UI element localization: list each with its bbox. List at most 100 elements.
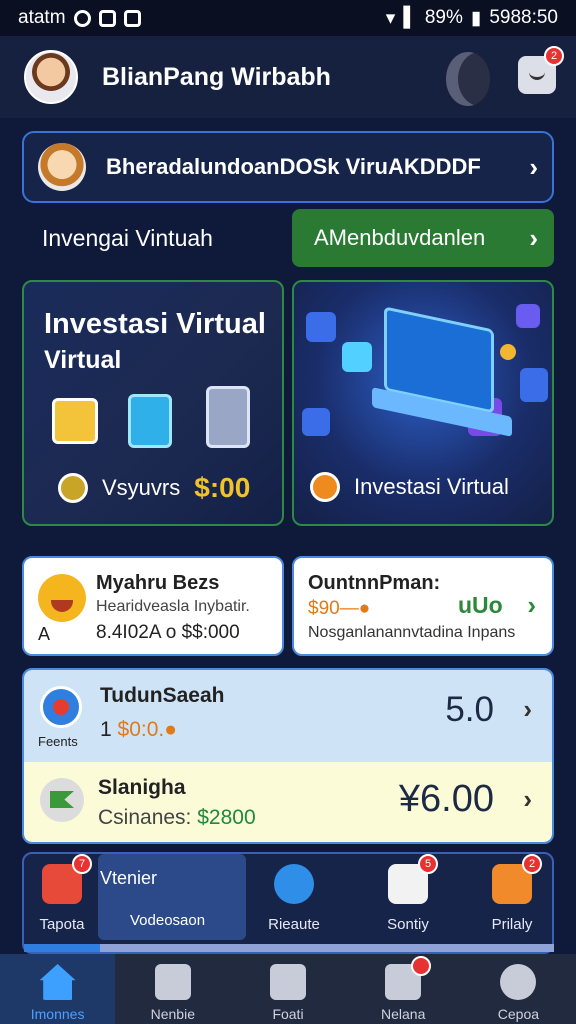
nav-label: Nelana (381, 1006, 426, 1022)
app-badge: 7 (72, 854, 92, 874)
card-footer: Investasi Virtual (310, 472, 509, 502)
card-title: Investasi Virtual (44, 308, 266, 340)
quick-apps: Vtenier Vodeosaon 7 Tapota Rieaute 5 Son… (22, 852, 554, 954)
nav-badge (411, 956, 432, 976)
coin-icon (310, 472, 340, 502)
app-tapota[interactable]: 7 Tapota (14, 854, 110, 933)
emoji-icon (38, 574, 86, 622)
item-value: ¥6.00 (398, 778, 494, 820)
item-amount-value: $0:0.● (117, 718, 177, 741)
app-sontiy[interactable]: 5 Sontiy (360, 854, 456, 933)
avatar[interactable] (24, 50, 78, 104)
home-icon (39, 964, 76, 1000)
app-header: BlianPang Wirbabh 2 (0, 36, 576, 118)
app-label: Tapota (39, 916, 85, 933)
banner-text: BheradalundoanDOSk ViruAKDDDF (106, 154, 481, 179)
calendar-icon: 7 (42, 854, 92, 904)
chevron-right-icon: › (523, 694, 532, 724)
wifi-icon: ▾ (385, 7, 396, 29)
action-button-label: AMenbduvdanlen (314, 225, 486, 250)
widget-title: OuntnnPman: (308, 572, 441, 594)
chat-icon (385, 956, 432, 1000)
phone-icon (128, 394, 172, 448)
app-label: Rieaute (268, 916, 320, 933)
widget-card-left[interactable]: Myahru Bezs Hearidveasla Inybatir. A 8.4… (22, 556, 284, 656)
chevron-right-icon: › (523, 784, 532, 814)
widget-value: uUo (458, 592, 503, 618)
item-value: 5.0 (445, 690, 494, 729)
virtual-card[interactable]: Investasi Virtual (292, 280, 554, 526)
item-amount-label: Csinanes: (98, 806, 192, 829)
transaction-list: Feents TudunSaeah 1 $0:0.● 5.0 › Slanigh… (22, 668, 554, 844)
nav-label: Nenbie (150, 1006, 195, 1022)
theme-toggle-icon[interactable] (446, 52, 490, 106)
card-subtitle: Virtual (44, 346, 122, 374)
star-icon (274, 864, 314, 904)
scroll-indicator[interactable] (24, 944, 554, 952)
app-label: Prilaly (491, 916, 533, 933)
send-icon (40, 778, 84, 822)
cube-icon (516, 304, 540, 328)
widget-card-right[interactable]: OuntnnPman: $90—● uUo › Nosganlanannvtad… (292, 556, 554, 656)
cube-icon (306, 312, 336, 342)
chevron-right-icon: › (529, 222, 538, 253)
nav-tab-messages[interactable]: Nelana (346, 954, 461, 1024)
promo-banner[interactable]: BheradalundoanDOSk ViruAKDDDF › (22, 131, 554, 203)
item-amount-value: $2800 (197, 806, 256, 829)
app-rieaute[interactable]: Rieaute (246, 864, 342, 933)
list-item[interactable]: Feents TudunSaeah 1 $0:0.● 5.0 › (24, 670, 552, 762)
cube-icon (520, 368, 548, 402)
bottom-nav: Imonnes Nenbie Foati Nelana Cepoa (0, 954, 576, 1024)
app-icon (98, 9, 116, 27)
nav-label: Foati (272, 1006, 304, 1022)
cube-icon (302, 408, 330, 436)
calendar-icon (154, 964, 191, 1000)
action-button[interactable]: AMenbduvdanlen › (292, 209, 554, 267)
battery-icon: ▮ (470, 7, 482, 29)
nav-tab-home[interactable]: Imonnes (0, 954, 116, 1024)
app-selected-highlight[interactable]: Vtenier Vodeosaon (98, 854, 246, 940)
chevron-right-icon: › (527, 590, 536, 620)
chat-bubble-icon (342, 342, 372, 372)
item-title: TudunSaeah (100, 684, 225, 707)
notification-icon (73, 9, 91, 27)
shield-icon (270, 964, 306, 1000)
status-bar: atatm ▾ ▌ 89% ▮ 5988:50 (0, 0, 576, 36)
nav-tab-feed[interactable]: Foati (230, 954, 345, 1024)
app-badge: 5 (418, 854, 438, 874)
action-row: Invengai Vintuah AMenbduvdanlen › (22, 208, 554, 268)
time-label: 5988:50 (489, 7, 558, 28)
nav-tab-calendar[interactable]: Nenbie (115, 954, 230, 1024)
battery-label: 89% (424, 7, 463, 28)
list-item[interactable]: Slanigha Csinanes: $2800 ¥6.00 › (24, 762, 552, 842)
mascot-icon (38, 143, 86, 191)
widget-line: 8.4I02A o $$:000 (96, 622, 240, 643)
nav-tab-profile[interactable]: Cepoa (461, 954, 576, 1024)
widget-prefix: A (38, 624, 51, 644)
app-badge: 2 (522, 854, 542, 874)
app-label: Sontiy (387, 916, 429, 933)
investment-card[interactable]: Investasi Virtual Virtual Vsyuvrs $:00 (22, 280, 284, 526)
location-pin-icon (40, 686, 82, 728)
signal-icon: ▌ (403, 7, 417, 28)
widget-subtitle: Hearidveasla Inybatir. (96, 598, 250, 615)
profile-icon (500, 964, 537, 1000)
item-title: Slanigha (98, 776, 186, 799)
section-label: Invengai Vintuah (42, 224, 213, 251)
list-icon: 2 (492, 854, 542, 904)
item-amount: 1 $0:0.● (100, 718, 177, 742)
server-icon (206, 386, 250, 448)
item-amount-prefix: 1 (100, 718, 112, 741)
widget-title: Myahru Bezs (96, 572, 220, 594)
photos-icon: 5 (388, 854, 438, 904)
coin-icon (500, 344, 516, 360)
nav-label: Cepoa (497, 1006, 540, 1022)
item-amount: Csinanes: $2800 (98, 806, 256, 830)
image-icon (123, 9, 141, 27)
chat-icon[interactable]: 2 (518, 46, 564, 94)
chevron-right-icon: › (529, 151, 538, 182)
app-label: Vodeosaon (130, 912, 206, 929)
nav-label: Imonnes (30, 1006, 85, 1022)
coin-icon (58, 473, 88, 503)
app-prilaly[interactable]: 2 Prilaly (464, 854, 560, 933)
